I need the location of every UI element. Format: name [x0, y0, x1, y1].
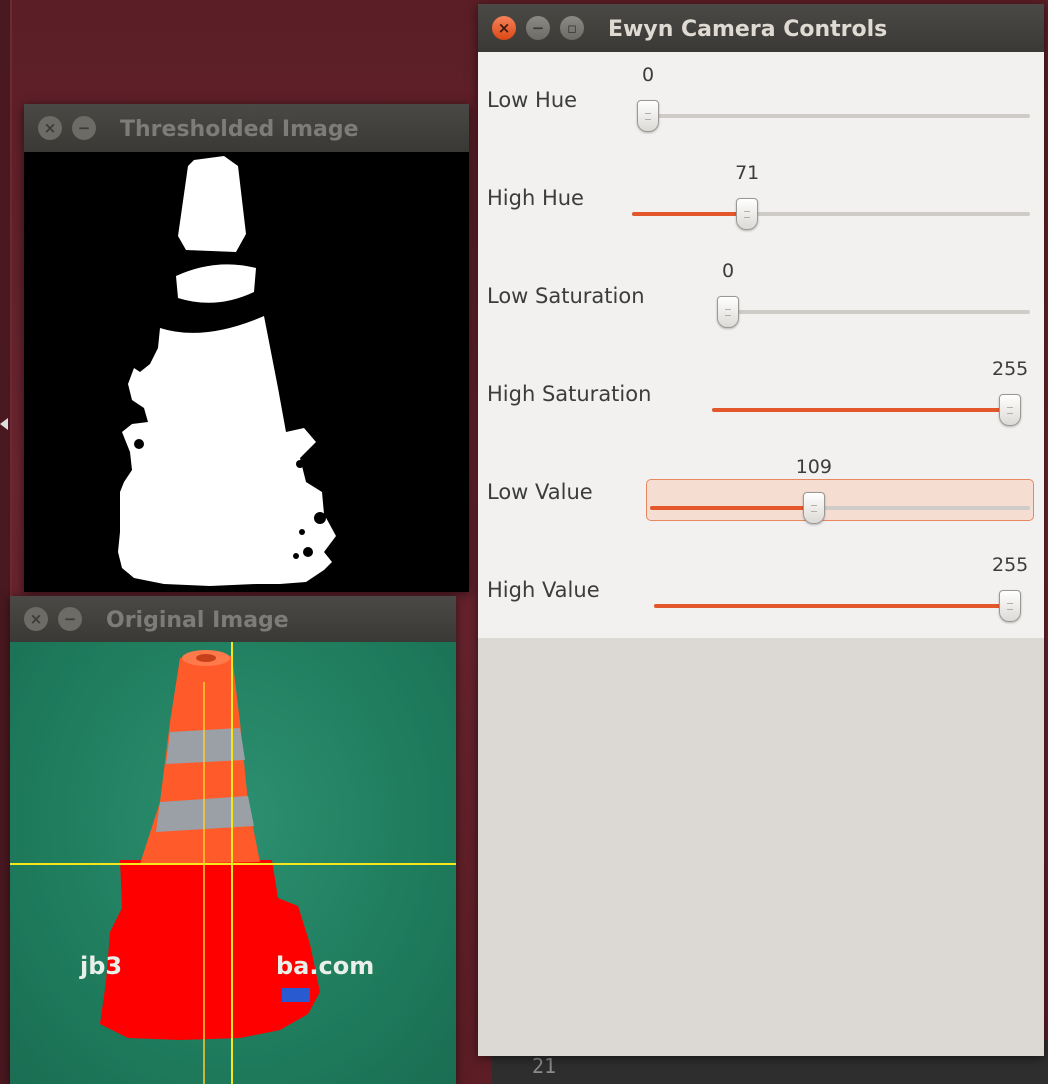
slider-value: 0	[642, 64, 655, 86]
window-title: Thresholded Image	[120, 117, 359, 142]
minimize-icon[interactable]: −	[72, 116, 96, 140]
cone-body	[100, 860, 320, 1040]
reflective-band-upper	[166, 728, 245, 764]
slider-thumb[interactable]	[637, 100, 659, 132]
slider-thumb[interactable]	[999, 590, 1021, 622]
slider-row-low-hue: Low Hue 0	[478, 52, 1044, 150]
original-image: jb3 ba.com	[10, 642, 456, 1084]
slider-label: Low Saturation	[487, 284, 645, 308]
slider-row-low-saturation: Low Saturation 0	[478, 248, 1044, 346]
slider-row-high-saturation: High Saturation 255	[478, 346, 1044, 444]
window-title: Original Image	[106, 608, 289, 633]
slider-value: 255	[992, 358, 1029, 380]
slider-track[interactable]	[718, 310, 1030, 314]
watermark-right: ba.com	[276, 952, 375, 980]
slider-track[interactable]	[638, 114, 1030, 118]
slider-value: 109	[795, 456, 832, 478]
traffic-cone-photo	[10, 642, 456, 1084]
slider-thumb[interactable]	[999, 394, 1021, 426]
cone-tip-hole	[196, 654, 216, 662]
slider-fill	[712, 408, 1010, 412]
minimize-icon[interactable]: −	[526, 16, 550, 40]
expand-arrow-icon[interactable]	[0, 418, 8, 430]
thresholded-image	[24, 152, 469, 592]
slider-label: Low Hue	[487, 88, 578, 112]
crosshair	[10, 642, 456, 1084]
slider-label: High Hue	[487, 186, 584, 210]
slider-label: High Value	[487, 578, 600, 602]
blue-artifact	[282, 988, 310, 1002]
original-titlebar[interactable]: × − Original Image	[10, 596, 456, 642]
slider-thumb[interactable]	[717, 296, 739, 328]
slider-label: High Saturation	[487, 382, 652, 406]
slider-row-high-hue: High Hue 71	[478, 150, 1044, 248]
thresholded-titlebar[interactable]: × − Thresholded Image	[24, 104, 469, 152]
slider-fill	[654, 604, 1010, 608]
slider-value: 0	[722, 260, 735, 282]
controls-titlebar[interactable]: × − ▫ Ewyn Camera Controls	[478, 4, 1044, 52]
cone-mask-graphic	[24, 152, 469, 592]
slider-panel: Low Hue 0 High Hue 71 Low Saturation 0 H…	[478, 52, 1044, 638]
slider-focus-highlight	[646, 479, 1034, 521]
window-title: Ewyn Camera Controls	[608, 17, 888, 42]
slider-label: Low Value	[487, 480, 593, 504]
slider-value: 255	[992, 554, 1029, 576]
slider-row-low-value: Low Value 109	[478, 444, 1044, 542]
slider-fill	[632, 212, 748, 216]
slider-value: 71	[735, 162, 760, 184]
close-icon[interactable]: ×	[24, 607, 48, 631]
slider-thumb[interactable]	[802, 492, 825, 524]
camera-controls-window[interactable]: × − ▫ Ewyn Camera Controls Low Hue 0 Hig…	[478, 4, 1044, 1056]
reflective-band-lower	[156, 796, 254, 832]
close-icon[interactable]: ×	[492, 16, 516, 40]
slider-thumb[interactable]	[736, 198, 759, 230]
slider-fill	[650, 506, 814, 510]
watermark-left: jb3	[80, 952, 123, 980]
slider-row-high-value: High Value 255	[478, 542, 1044, 640]
original-image-window[interactable]: × − Original Image jb3 ba.com	[10, 596, 456, 1084]
maximize-icon[interactable]: ▫	[560, 16, 584, 40]
minimize-icon[interactable]: −	[58, 607, 82, 631]
thresholded-image-window[interactable]: × − Thresholded Image	[24, 104, 469, 592]
close-icon[interactable]: ×	[38, 116, 62, 140]
terminal-line-number: 21	[532, 1054, 557, 1078]
